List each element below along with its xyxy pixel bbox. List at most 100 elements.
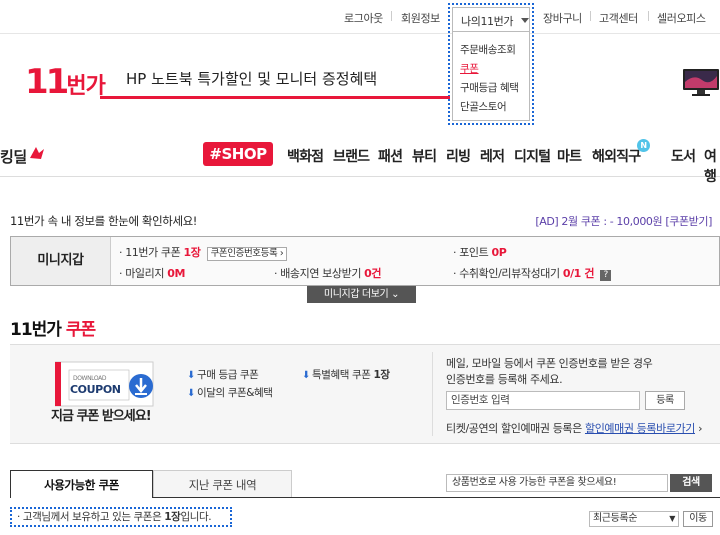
coupon-img-line2: COUPON xyxy=(70,383,121,396)
menu-item-coupon[interactable]: 쿠폰 xyxy=(460,61,479,76)
divider xyxy=(432,352,433,436)
monitor-image[interactable] xyxy=(682,68,720,98)
caret-down-icon xyxy=(521,18,529,23)
new-badge: N xyxy=(637,139,650,152)
mini-receipt-row: · 수취확인/리뷰작성대기 0/1 건 ? xyxy=(453,265,612,281)
mini-point-label: · 포인트 xyxy=(453,246,489,259)
special-coupon-count: 1장 xyxy=(373,369,390,381)
nav-item-fashion[interactable]: 패션 xyxy=(378,146,403,166)
eleven-st-logo[interactable]: 11번가 xyxy=(25,62,106,102)
mini-delay-row: · 배송지연 보상받기 0건 xyxy=(274,265,382,281)
mini-point-row: · 포인트 0P xyxy=(453,244,507,260)
customer-center-link[interactable]: 고객센터 xyxy=(599,10,638,26)
nav-item-global[interactable]: 해외직구 xyxy=(592,146,641,166)
download-arrow-icon: ⬇ xyxy=(187,370,195,381)
page-title-brand: 11번가 xyxy=(10,320,62,340)
coupon-code-register-button[interactable]: 쿠폰인증번호등록 › xyxy=(206,247,288,261)
divider xyxy=(590,11,591,21)
mini-delay-label: · 배송지연 보상받기 xyxy=(274,267,362,280)
mini-wallet-more-button[interactable]: 미니지갑 더보기 ⌄ xyxy=(307,286,416,303)
logout-link[interactable]: 로그아웃 xyxy=(344,10,383,26)
coupon-img-line1: DOWNLOAD xyxy=(73,375,107,382)
grade-coupon-label: 구매 등급 쿠폰 xyxy=(196,369,259,381)
nav-item-digital[interactable]: 디지털 xyxy=(514,146,551,166)
kingdeal-mark-icon xyxy=(30,147,44,159)
coupon-code-input[interactable]: 인증번호 입력 xyxy=(446,391,640,410)
global-nav: 킹딜 #SHOP 백화점 브랜드 패션 뷰티 리빙 레저 디지털 마트 해외직구… xyxy=(0,132,720,185)
monthly-coupon-label: 이달의 쿠폰&혜택 xyxy=(196,387,273,399)
mini-mileage-label: · 마일리지 xyxy=(119,267,165,280)
cart-link[interactable]: 장바구니 xyxy=(543,10,582,26)
move-button[interactable]: 이동 xyxy=(683,511,713,527)
nav-item-travel[interactable]: 여행 xyxy=(704,146,720,186)
coupon-search-input[interactable]: 상품번호로 사용 가능한 쿠폰을 찾으세요! xyxy=(446,474,668,492)
mini-delay-value[interactable]: 0건 xyxy=(364,267,381,280)
nav-item-brand[interactable]: 브랜드 xyxy=(333,146,370,166)
sort-select[interactable]: 최근등록순 ▼ xyxy=(589,511,679,527)
menu-item-favorite-store[interactable]: 단골스토어 xyxy=(460,99,507,114)
banner-underline xyxy=(100,96,450,99)
nav-item-mart[interactable]: 마트 xyxy=(557,146,582,166)
mini-point-value[interactable]: 0P xyxy=(491,246,506,259)
ticket-text: 티켓/공연의 할인예매권 등록은 xyxy=(446,422,582,435)
menu-item-grade-benefit[interactable]: 구매등급 혜택 xyxy=(460,80,519,95)
divider xyxy=(391,11,392,21)
tab-underline xyxy=(153,497,720,498)
register-button[interactable]: 등록 xyxy=(645,391,685,410)
nav-item-living[interactable]: 리빙 xyxy=(446,146,471,166)
member-info-link[interactable]: 회원정보 xyxy=(401,10,440,26)
code-guide-line1: 메일, 모바일 등에서 쿠폰 인증번호를 받은 경우 xyxy=(446,357,653,370)
my11-dropdown-button[interactable]: 나의11번가 xyxy=(452,7,530,31)
coupon-count-notice: · 고객님께서 보유하고 있는 쿠폰은 1장입니다. xyxy=(10,507,232,527)
my11-label: 나의11번가 xyxy=(461,15,514,28)
download-arrow-icon: ⬇ xyxy=(302,370,310,381)
sort-selected: 최근등록순 xyxy=(593,513,638,524)
code-guide-line2: 인증번호를 등록해 주세요. xyxy=(446,373,563,386)
mini-receipt-label: · 수취확인/리뷰작성대기 xyxy=(453,267,560,280)
logo-number: 11 xyxy=(25,62,69,102)
mini-mileage-value[interactable]: 0M xyxy=(167,267,185,280)
top-utility-bar: 로그아웃 회원정보 장바구니 고객센터 셀러오피스 xyxy=(0,0,720,34)
ticket-register-line: 티켓/공연의 할인예매권 등록은 할인예매권 등록바로가기 › xyxy=(446,420,703,436)
my11-dropdown-focus: 나의11번가 주문배송조회 쿠폰 구매등급 혜택 단골스토어 xyxy=(448,3,534,125)
triangle-down-icon: ▼ xyxy=(669,514,675,523)
mini-coupon-row: · 11번가 쿠폰 1장 쿠폰인증번호등록 › xyxy=(119,244,288,261)
info-heading: 11번가 속 내 정보를 한눈에 확인하세요! xyxy=(10,214,198,228)
my11-menu: 주문배송조회 쿠폰 구매등급 혜택 단골스토어 xyxy=(452,31,530,121)
coupon-caption: 지금 쿠폰 받으세요! xyxy=(51,409,152,424)
mini-coupon-value[interactable]: 1장 xyxy=(183,246,200,259)
page-title-coupon: 쿠폰 xyxy=(65,320,96,340)
mini-receipt-value[interactable]: 0/1 건 xyxy=(563,267,595,280)
menu-item-order-tracking[interactable]: 주문배송조회 xyxy=(460,42,516,57)
nav-item-beauty[interactable]: 뷰티 xyxy=(412,146,437,166)
seller-office-link[interactable]: 셀러오피스 xyxy=(657,10,706,26)
mini-wallet-title: 미니지갑 xyxy=(11,237,111,285)
ad-coupon-link[interactable]: [AD] 2월 쿠폰 : - 10,000원 [쿠폰받기] xyxy=(535,213,712,229)
ticket-register-link[interactable]: 할인예매권 등록바로가기 xyxy=(585,422,695,435)
mini-mileage-row: · 마일리지 0M xyxy=(119,265,185,281)
tab-available-coupons[interactable]: 사용가능한 쿠폰 xyxy=(10,470,153,498)
special-coupon-label: 특별혜택 쿠폰 xyxy=(311,369,371,381)
nav-item-books[interactable]: 도서 xyxy=(671,146,696,166)
shop-button[interactable]: #SHOP xyxy=(203,142,273,166)
download-arrow-icon: ⬇ xyxy=(187,388,195,399)
special-coupon-link[interactable]: ⬇ 특별혜택 쿠폰 1장 xyxy=(302,367,390,382)
mini-wallet: 미니지갑 · 11번가 쿠폰 1장 쿠폰인증번호등록 › · 포인트 0P · … xyxy=(10,236,720,286)
divider xyxy=(648,11,649,21)
coupon-count-text-a: · 고객님께서 보유하고 있는 쿠폰은 xyxy=(17,511,165,523)
page-title: 11번가 쿠폰 xyxy=(10,315,96,340)
mini-coupon-label: · 11번가 쿠폰 xyxy=(119,246,181,259)
coupon-count-value: 1장 xyxy=(164,511,181,523)
nav-item-department[interactable]: 백화점 xyxy=(287,146,324,166)
download-coupon-icon[interactable]: DOWNLOAD COUPON xyxy=(55,360,155,410)
banner-ad-text[interactable]: HP 노트북 특가할인 및 모니터 증정혜택 xyxy=(126,68,377,89)
coupon-count-text-b: 입니다. xyxy=(180,511,212,523)
kingdeal-logo[interactable]: 킹딜 xyxy=(0,146,27,167)
chevron-right-icon: › xyxy=(698,422,703,435)
monthly-coupon-link[interactable]: ⬇ 이달의 쿠폰&혜택 xyxy=(187,385,273,400)
help-icon[interactable]: ? xyxy=(600,270,612,281)
nav-item-leisure[interactable]: 레저 xyxy=(480,146,505,166)
grade-coupon-link[interactable]: ⬇ 구매 등급 쿠폰 xyxy=(187,367,259,382)
search-button[interactable]: 검색 xyxy=(670,474,712,492)
tab-past-coupons[interactable]: 지난 쿠폰 내역 xyxy=(153,470,292,498)
